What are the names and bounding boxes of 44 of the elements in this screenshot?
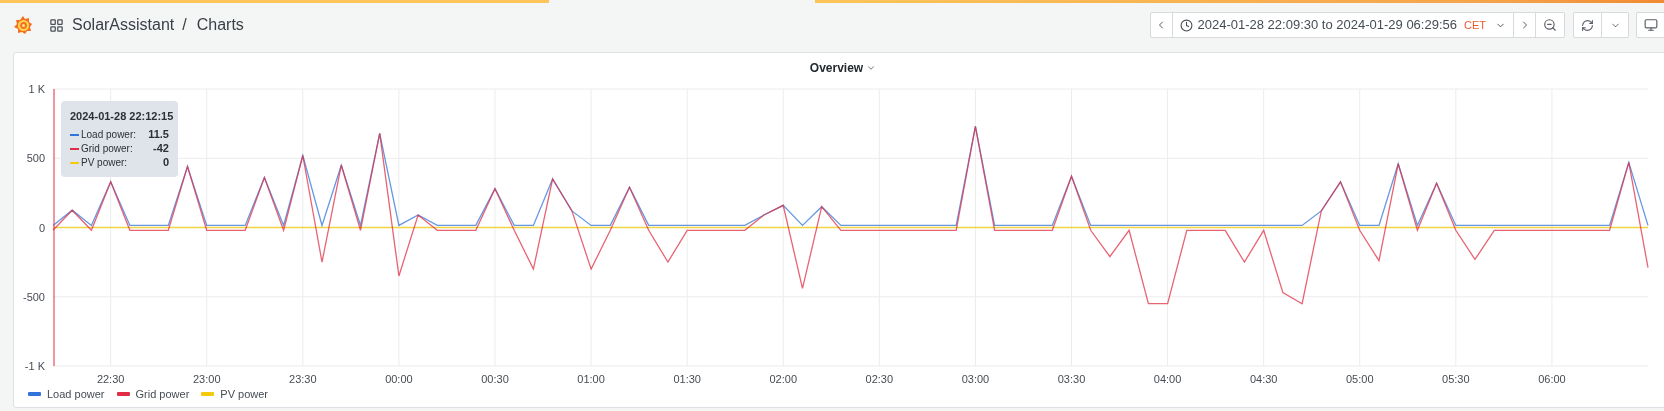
- tooltip-value: -42: [153, 141, 169, 157]
- axis-tick-label: 03:30: [1057, 373, 1086, 384]
- legend-label[interactable]: PV power: [220, 386, 268, 403]
- tooltip-series-label: Grid power:: [81, 142, 133, 156]
- time-range-text: 2024-01-28 22:09:30 to 2024-01-29 06:29:56: [1197, 16, 1457, 35]
- axis-tick-label: -500: [22, 290, 45, 303]
- breadcrumb-separator: /: [182, 15, 187, 35]
- axis-tick-label: 00:00: [385, 373, 413, 384]
- caret-icon: [866, 63, 877, 73]
- app-logo-icon: [13, 15, 33, 35]
- breadcrumb-current: Charts: [196, 15, 244, 35]
- clock-icon: [1179, 18, 1193, 32]
- monitor-icon: [1643, 18, 1658, 32]
- tv-mode-button[interactable]: [1636, 12, 1664, 38]
- axis-tick-label: -1 K: [24, 360, 45, 372]
- axis-tick-label: 01:30: [673, 373, 701, 384]
- tooltip-series-label: Load power:: [81, 128, 137, 142]
- axis-tick-label: 04:00: [1153, 373, 1182, 384]
- axis-tick-label: 03:00: [961, 373, 990, 384]
- timezone-label: CET: [1464, 17, 1486, 33]
- axis-tick-label: 00:30: [481, 373, 509, 384]
- axis-tick-label: 02:30: [865, 373, 894, 384]
- tooltip-series-label: PV power:: [81, 156, 128, 170]
- axis-tick-label: 500: [26, 152, 45, 165]
- axis-tick-label: 02:00: [769, 373, 797, 384]
- axis-tick-label: 23:30: [289, 373, 317, 384]
- axis-tick-label: 05:00: [1346, 373, 1374, 384]
- axis-tick-label: 05:30: [1442, 373, 1470, 384]
- tooltip-value: 0: [162, 155, 169, 171]
- dashboard-grid-icon[interactable]: [49, 17, 64, 33]
- legend-label[interactable]: Load power: [47, 386, 105, 403]
- axis-tick-label: 0: [38, 221, 45, 234]
- axis-tick-label: 01:00: [577, 373, 605, 384]
- axis-tick-label: 1 K: [28, 83, 45, 95]
- axis-tick-label: 06:00: [1538, 373, 1566, 384]
- axis-tick-label: 04:30: [1249, 373, 1278, 384]
- panel-title[interactable]: Overview: [809, 59, 864, 77]
- zoom-out-icon: [1543, 18, 1557, 32]
- axis-tick-label: 23:00: [192, 373, 221, 384]
- breadcrumb-link[interactable]: SolarAssistant: [72, 13, 175, 37]
- axis-tick-label: 22:30: [96, 373, 125, 384]
- tooltip-value: 11.5: [148, 127, 169, 143]
- legend-label[interactable]: Grid power: [135, 386, 190, 403]
- refresh-icon: [1581, 18, 1594, 32]
